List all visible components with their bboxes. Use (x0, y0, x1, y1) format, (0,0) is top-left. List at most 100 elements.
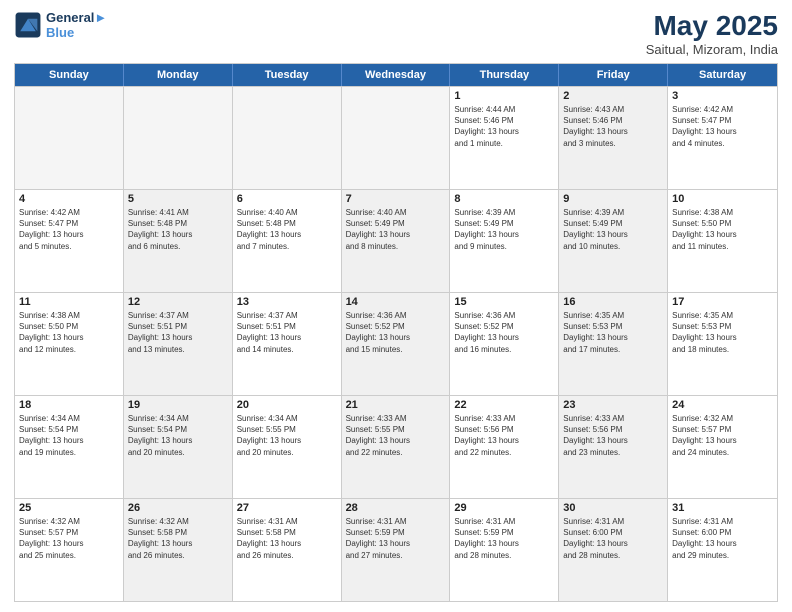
weekday-header-saturday: Saturday (668, 64, 777, 86)
day-cell-6: 6Sunrise: 4:40 AM Sunset: 5:48 PM Daylig… (233, 190, 342, 292)
day-cell-29: 29 Sunrise: 4:31 AM Sunset: 5:59 PM Dayli… (450, 499, 559, 601)
day-number: 20 (237, 399, 337, 411)
day-info: Sunrise: 4:36 AM Sunset: 5:52 PM Dayligh… (454, 310, 554, 355)
day-cell-27: 27 Sunrise: 4:31 AM Sunset: 5:58 PM Dayli… (233, 499, 342, 601)
day-number: 14 (346, 296, 446, 308)
day-info: Sunrise: 4:34 AM Sunset: 5:54 PM Dayligh… (19, 413, 119, 458)
header: General► Blue May 2025 Saitual, Mizoram,… (14, 10, 778, 57)
day-cell-7: 7 Sunrise: 4:40 AM Sunset: 5:49 PM Daylig… (342, 190, 451, 292)
day-cell-30: 30Sunrise: 4:31 AM Sunset: 6:00 PM Dayli… (559, 499, 668, 601)
day-cell-23: 23Sunrise: 4:33 AM Sunset: 5:56 PM Dayli… (559, 396, 668, 498)
day-cell-25: 25 Sunrise: 4:32 AM Sunset: 5:57 PM Dayli… (15, 499, 124, 601)
day-info: Sunrise: 4:39 AM Sunset: 5:49 PM Dayligh… (454, 207, 554, 252)
day-info: Sunrise: 4:36 AM Sunset: 5:52 PM Dayligh… (346, 310, 446, 355)
day-number: 28 (346, 502, 446, 514)
day-cell-12: 12Sunrise: 4:37 AM Sunset: 5:51 PM Dayli… (124, 293, 233, 395)
day-number: 1 (454, 90, 554, 102)
title-block: May 2025 Saitual, Mizoram, India (646, 10, 778, 57)
day-number: 27 (237, 502, 337, 514)
day-cell-18: 18 Sunrise: 4:34 AM Sunset: 5:54 PM Dayli… (15, 396, 124, 498)
calendar-body: 1Sunrise: 4:44 AM Sunset: 5:46 PM Daylig… (15, 86, 777, 601)
day-number: 11 (19, 296, 119, 308)
day-info: Sunrise: 4:32 AM Sunset: 5:57 PM Dayligh… (672, 413, 773, 458)
empty-cell (124, 87, 233, 189)
day-number: 8 (454, 193, 554, 205)
weekday-header-sunday: Sunday (15, 64, 124, 86)
day-info: Sunrise: 4:31 AM Sunset: 5:59 PM Dayligh… (346, 516, 446, 561)
day-number: 24 (672, 399, 773, 411)
day-number: 15 (454, 296, 554, 308)
day-number: 3 (672, 90, 773, 102)
day-number: 30 (563, 502, 663, 514)
day-info: Sunrise: 4:37 AM Sunset: 5:51 PM Dayligh… (128, 310, 228, 355)
weekday-header-tuesday: Tuesday (233, 64, 342, 86)
day-cell-1: 1Sunrise: 4:44 AM Sunset: 5:46 PM Daylig… (450, 87, 559, 189)
day-cell-31: 31 Sunrise: 4:31 AM Sunset: 6:00 PM Dayli… (668, 499, 777, 601)
day-cell-13: 13 Sunrise: 4:37 AM Sunset: 5:51 PM Dayli… (233, 293, 342, 395)
empty-cell (15, 87, 124, 189)
logo-text: General► Blue (46, 10, 107, 40)
day-info: Sunrise: 4:33 AM Sunset: 5:55 PM Dayligh… (346, 413, 446, 458)
day-cell-21: 21Sunrise: 4:33 AM Sunset: 5:55 PM Dayli… (342, 396, 451, 498)
day-info: Sunrise: 4:40 AM Sunset: 5:49 PM Dayligh… (346, 207, 446, 252)
day-cell-24: 24 Sunrise: 4:32 AM Sunset: 5:57 PM Dayli… (668, 396, 777, 498)
day-cell-10: 10 Sunrise: 4:38 AM Sunset: 5:50 PM Dayli… (668, 190, 777, 292)
day-number: 18 (19, 399, 119, 411)
day-number: 9 (563, 193, 663, 205)
day-cell-9: 9 Sunrise: 4:39 AM Sunset: 5:49 PM Daylig… (559, 190, 668, 292)
day-number: 19 (128, 399, 228, 411)
day-info: Sunrise: 4:32 AM Sunset: 5:57 PM Dayligh… (19, 516, 119, 561)
calendar-row-3: 11 Sunrise: 4:38 AM Sunset: 5:50 PM Dayli… (15, 292, 777, 395)
day-info: Sunrise: 4:31 AM Sunset: 5:59 PM Dayligh… (454, 516, 554, 561)
day-number: 31 (672, 502, 773, 514)
day-number: 25 (19, 502, 119, 514)
day-cell-19: 19 Sunrise: 4:34 AM Sunset: 5:54 PM Dayli… (124, 396, 233, 498)
empty-cell (342, 87, 451, 189)
logo-icon (14, 11, 42, 39)
day-info: Sunrise: 4:31 AM Sunset: 6:00 PM Dayligh… (672, 516, 773, 561)
day-info: Sunrise: 4:34 AM Sunset: 5:54 PM Dayligh… (128, 413, 228, 458)
calendar-row-4: 18 Sunrise: 4:34 AM Sunset: 5:54 PM Dayli… (15, 395, 777, 498)
day-cell-5: 5Sunrise: 4:41 AM Sunset: 5:48 PM Daylig… (124, 190, 233, 292)
page: General► Blue May 2025 Saitual, Mizoram,… (0, 0, 792, 612)
day-info: Sunrise: 4:35 AM Sunset: 5:53 PM Dayligh… (563, 310, 663, 355)
day-info: Sunrise: 4:43 AM Sunset: 5:46 PM Dayligh… (563, 104, 663, 149)
day-cell-11: 11 Sunrise: 4:38 AM Sunset: 5:50 PM Dayli… (15, 293, 124, 395)
calendar-row-1: 1Sunrise: 4:44 AM Sunset: 5:46 PM Daylig… (15, 86, 777, 189)
day-info: Sunrise: 4:32 AM Sunset: 5:58 PM Dayligh… (128, 516, 228, 561)
logo: General► Blue (14, 10, 107, 40)
calendar-row-5: 25 Sunrise: 4:32 AM Sunset: 5:57 PM Dayli… (15, 498, 777, 601)
day-cell-14: 14 Sunrise: 4:36 AM Sunset: 5:52 PM Dayli… (342, 293, 451, 395)
day-cell-4: 4Sunrise: 4:42 AM Sunset: 5:47 PM Daylig… (15, 190, 124, 292)
day-cell-3: 3Sunrise: 4:42 AM Sunset: 5:47 PM Daylig… (668, 87, 777, 189)
day-info: Sunrise: 4:38 AM Sunset: 5:50 PM Dayligh… (672, 207, 773, 252)
day-number: 2 (563, 90, 663, 102)
weekday-header-monday: Monday (124, 64, 233, 86)
day-number: 22 (454, 399, 554, 411)
day-cell-26: 26 Sunrise: 4:32 AM Sunset: 5:58 PM Dayli… (124, 499, 233, 601)
day-number: 17 (672, 296, 773, 308)
day-cell-20: 20Sunrise: 4:34 AM Sunset: 5:55 PM Dayli… (233, 396, 342, 498)
day-info: Sunrise: 4:33 AM Sunset: 5:56 PM Dayligh… (454, 413, 554, 458)
day-number: 29 (454, 502, 554, 514)
weekday-header-friday: Friday (559, 64, 668, 86)
day-info: Sunrise: 4:39 AM Sunset: 5:49 PM Dayligh… (563, 207, 663, 252)
day-number: 13 (237, 296, 337, 308)
day-info: Sunrise: 4:31 AM Sunset: 5:58 PM Dayligh… (237, 516, 337, 561)
day-info: Sunrise: 4:41 AM Sunset: 5:48 PM Dayligh… (128, 207, 228, 252)
day-number: 10 (672, 193, 773, 205)
day-number: 26 (128, 502, 228, 514)
calendar-row-2: 4Sunrise: 4:42 AM Sunset: 5:47 PM Daylig… (15, 189, 777, 292)
day-cell-15: 15 Sunrise: 4:36 AM Sunset: 5:52 PM Dayli… (450, 293, 559, 395)
day-cell-8: 8 Sunrise: 4:39 AM Sunset: 5:49 PM Daylig… (450, 190, 559, 292)
location-subtitle: Saitual, Mizoram, India (646, 42, 778, 57)
day-cell-16: 16 Sunrise: 4:35 AM Sunset: 5:53 PM Dayli… (559, 293, 668, 395)
day-info: Sunrise: 4:38 AM Sunset: 5:50 PM Dayligh… (19, 310, 119, 355)
day-info: Sunrise: 4:35 AM Sunset: 5:53 PM Dayligh… (672, 310, 773, 355)
day-number: 16 (563, 296, 663, 308)
day-number: 4 (19, 193, 119, 205)
day-cell-28: 28 Sunrise: 4:31 AM Sunset: 5:59 PM Dayli… (342, 499, 451, 601)
day-info: Sunrise: 4:37 AM Sunset: 5:51 PM Dayligh… (237, 310, 337, 355)
day-cell-22: 22 Sunrise: 4:33 AM Sunset: 5:56 PM Dayli… (450, 396, 559, 498)
day-number: 7 (346, 193, 446, 205)
